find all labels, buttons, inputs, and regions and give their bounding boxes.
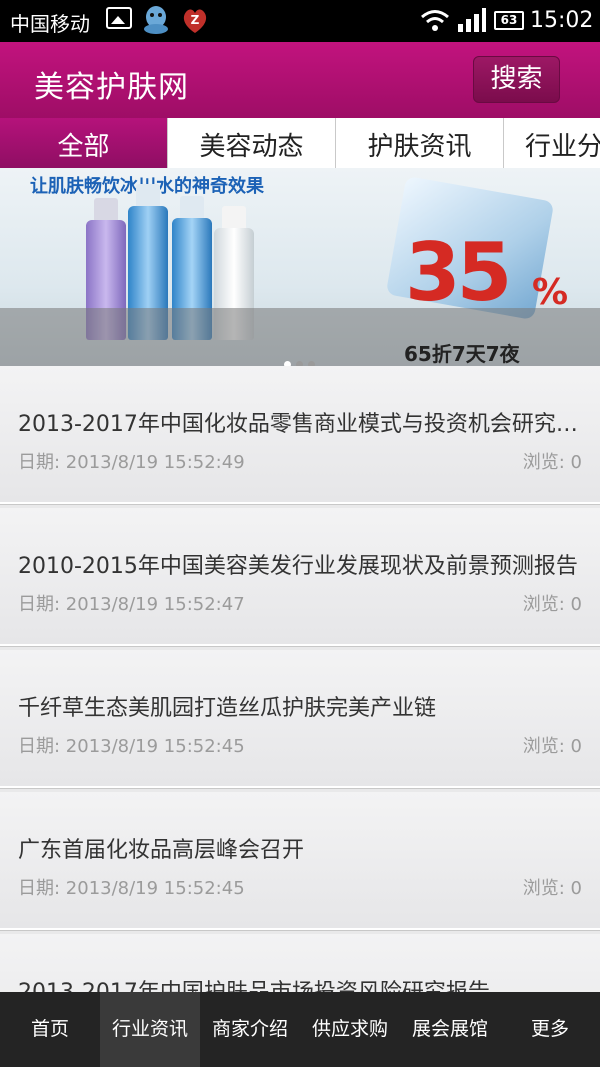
- status-bar: 中国移动 Z 63 15:02: [0, 0, 600, 42]
- news-date: 日期: 2013/8/19 15:52:47: [18, 594, 245, 615]
- news-title: 2013-2017年中国护肤品市场投资风险研究报告: [18, 974, 588, 992]
- search-button[interactable]: 搜索: [473, 56, 560, 103]
- news-title: 2013-2017年中国化妆品零售商业模式与投资机会研究报告: [18, 412, 588, 437]
- wifi-icon: [421, 10, 449, 31]
- banner-percent-sign: %: [532, 272, 569, 313]
- nav-merchants[interactable]: 商家介绍: [200, 992, 300, 1067]
- carousel-indicator: [284, 353, 320, 366]
- list-item[interactable]: 2010-2015年中国美容美发行业发展现状及前景预测报告 日期: 2013/8…: [0, 508, 600, 646]
- tab-industry[interactable]: 行业分: [504, 118, 600, 168]
- nav-supply-demand[interactable]: 供应求购: [300, 992, 400, 1067]
- nav-home[interactable]: 首页: [0, 992, 100, 1067]
- svg-text:Z: Z: [191, 13, 200, 27]
- app-title: 美容护肤网: [34, 70, 189, 105]
- promo-banner[interactable]: 让肌肤畅饮冰川水的神奇效果 35 % 65折7天7夜: [0, 168, 600, 366]
- nav-exhibitions[interactable]: 展会展馆: [400, 992, 500, 1067]
- clock: 15:02: [530, 8, 594, 33]
- tab-skincare-info[interactable]: 护肤资讯: [336, 118, 504, 168]
- list-item[interactable]: 广东首届化妆品高层峰会召开 日期: 2013/8/19 15:52:45 浏览:…: [0, 792, 600, 930]
- list-item[interactable]: 2013-2017年中国化妆品零售商业模式与投资机会研究报告 日期: 2013/…: [0, 366, 600, 504]
- news-views: 浏览: 0: [522, 736, 582, 757]
- news-date: 日期: 2013/8/19 15:52:49: [18, 452, 245, 473]
- list-item[interactable]: 千纤草生态美肌园打造丝瓜护肤完美产业链 日期: 2013/8/19 15:52:…: [0, 650, 600, 788]
- bottom-nav: 首页 行业资讯 商家介绍 供应求购 展会展馆 更多: [0, 992, 600, 1067]
- image-notification-icon: [106, 7, 132, 29]
- category-tabs: 全部 美容动态 护肤资讯 行业分: [0, 118, 600, 168]
- carrier-label: 中国移动: [10, 12, 90, 36]
- news-list: 2013-2017年中国化妆品零售商业模式与投资机会研究报告 日期: 2013/…: [0, 366, 600, 992]
- news-views: 浏览: 0: [522, 594, 582, 615]
- tab-all[interactable]: 全部: [0, 118, 168, 168]
- signal-icon: [458, 8, 486, 32]
- news-views: 浏览: 0: [522, 452, 582, 473]
- tab-beauty-news[interactable]: 美容动态: [168, 118, 336, 168]
- z-app-icon: Z: [183, 9, 207, 33]
- news-date: 日期: 2013/8/19 15:52:45: [18, 878, 245, 899]
- news-title: 千纤草生态美肌园打造丝瓜护肤完美产业链: [18, 696, 437, 721]
- app-header: 美容护肤网 搜索: [0, 42, 600, 118]
- qq-icon: [144, 6, 168, 34]
- news-title: 2010-2015年中国美容美发行业发展现状及前景预测报告: [18, 554, 578, 579]
- nav-industry-news[interactable]: 行业资讯: [100, 992, 200, 1067]
- news-views: 浏览: 0: [522, 878, 582, 899]
- nav-more[interactable]: 更多: [500, 992, 600, 1067]
- news-date: 日期: 2013/8/19 15:52:45: [18, 736, 245, 757]
- banner-discount: 35: [405, 226, 512, 319]
- news-title: 广东首届化妆品高层峰会召开: [18, 838, 305, 863]
- list-item[interactable]: 2013-2017年中国护肤品市场投资风险研究报告: [0, 934, 600, 992]
- battery-icon: 63: [494, 11, 524, 30]
- banner-subtitle: 65折7天7夜: [404, 342, 520, 366]
